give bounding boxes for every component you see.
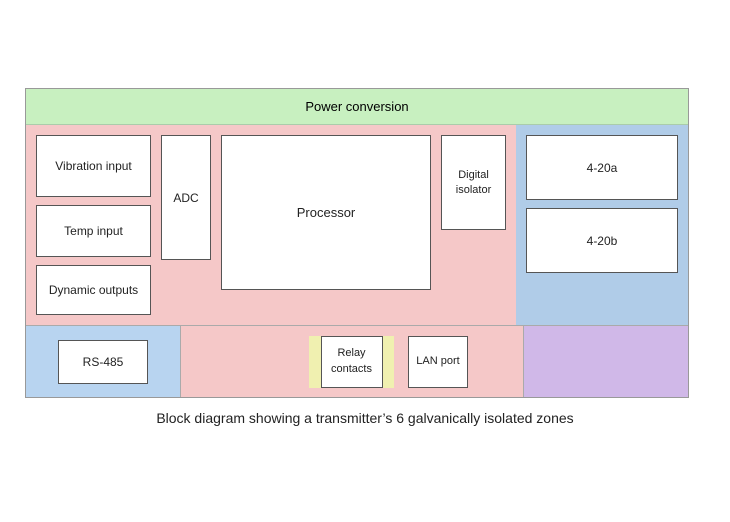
- zone-yellow-bottom: Relay contacts: [309, 336, 394, 388]
- lan-area: LAN port: [404, 336, 472, 388]
- output-b-block: 4-20b: [526, 208, 678, 273]
- main-row: Vibration input Temp input Dynamic outpu…: [26, 125, 688, 325]
- temp-input-block: Temp input: [36, 205, 151, 257]
- digital-isolator-block: Digital isolator: [441, 135, 506, 230]
- zone-purple-bottom: [523, 326, 688, 397]
- adc-column: ADC: [161, 135, 211, 315]
- dynamic-outputs-block: Dynamic outputs: [36, 265, 151, 315]
- vibration-input-block: Vibration input: [36, 135, 151, 197]
- zone-blue-main: 4-20a 4-20b: [516, 125, 688, 325]
- diagram-container: Power conversion Vibration input Temp in…: [25, 88, 705, 444]
- relay-contacts-block: Relay contacts: [321, 336, 383, 388]
- bottom-row: RS-485 Relay contacts LAN port: [26, 325, 688, 397]
- rs485-block: RS-485: [58, 340, 148, 384]
- zone-pink-bottom: Relay contacts LAN port: [181, 326, 523, 397]
- processor-block: Processor: [221, 135, 431, 290]
- adc-block: ADC: [161, 135, 211, 260]
- output-a-block: 4-20a: [526, 135, 678, 200]
- isolator-column: Digital isolator: [441, 135, 506, 315]
- zone-blue-bottom: RS-485: [26, 326, 181, 397]
- left-column: Vibration input Temp input Dynamic outpu…: [36, 135, 151, 315]
- diagram-caption: Block diagram showing a transmitter’s 6 …: [40, 408, 690, 429]
- power-conversion-zone: Power conversion: [26, 89, 688, 125]
- block-diagram: Power conversion Vibration input Temp in…: [25, 88, 689, 398]
- zone-pink-main: Vibration input Temp input Dynamic outpu…: [26, 125, 516, 325]
- lan-port-block: LAN port: [408, 336, 468, 388]
- processor-column: Processor: [221, 135, 431, 315]
